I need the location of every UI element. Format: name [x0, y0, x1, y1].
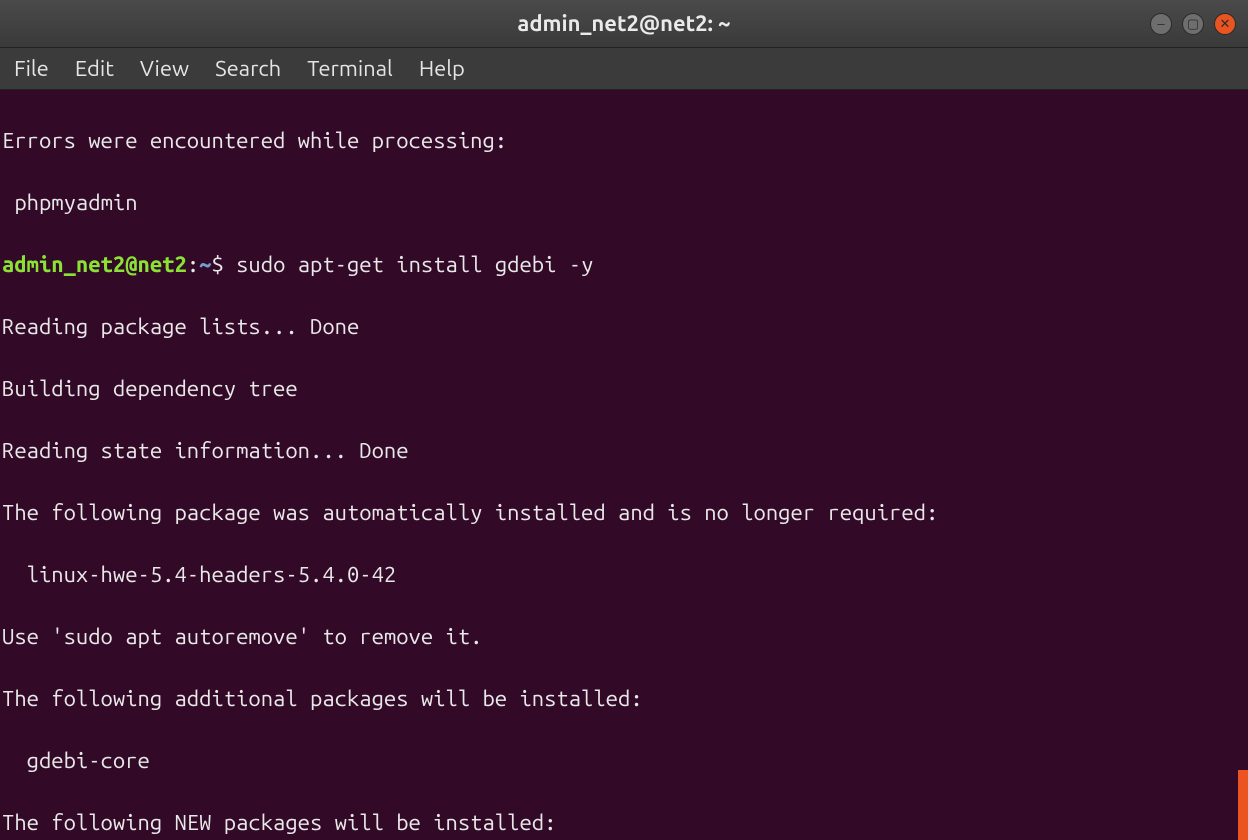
output-line: Use 'sudo apt autoremove' to remove it.	[2, 621, 1246, 652]
terminal-body[interactable]: Errors were encountered while processing…	[0, 90, 1248, 840]
scrollbar-thumb[interactable]	[1238, 770, 1248, 840]
output-line: gdebi-core	[2, 745, 1246, 776]
output-line: The following NEW packages will be insta…	[2, 807, 1246, 838]
output-line: Building dependency tree	[2, 373, 1246, 404]
output-line: phpmyadmin	[2, 187, 1246, 218]
close-icon: ✕	[1220, 16, 1231, 32]
titlebar[interactable]: admin_net2@net2: ~ – ▢ ✕	[0, 0, 1248, 48]
minimize-button[interactable]: –	[1150, 13, 1172, 35]
menu-file[interactable]: File	[10, 52, 53, 85]
menubar: File Edit View Search Terminal Help	[0, 48, 1248, 90]
prompt-line: admin_net2@net2:~$ sudo apt-get install …	[2, 249, 1246, 280]
menu-search[interactable]: Search	[211, 52, 285, 85]
terminal-window: admin_net2@net2: ~ – ▢ ✕ File Edit View …	[0, 0, 1248, 840]
menu-view[interactable]: View	[136, 52, 193, 85]
prompt-colon: :	[187, 252, 199, 277]
output-line: linux-hwe-5.4-headers-5.4.0-42	[2, 559, 1246, 590]
window-title: admin_net2@net2: ~	[517, 11, 730, 36]
window-controls: – ▢ ✕	[1150, 13, 1236, 35]
prompt-path: ~	[199, 252, 211, 277]
menu-help[interactable]: Help	[415, 52, 469, 85]
command-text: sudo apt-get install gdebi -y	[236, 252, 593, 277]
output-line: Reading state information... Done	[2, 435, 1246, 466]
menu-edit[interactable]: Edit	[71, 52, 118, 85]
minimize-icon: –	[1157, 16, 1164, 31]
maximize-button[interactable]: ▢	[1182, 13, 1204, 35]
output-line: Errors were encountered while processing…	[2, 125, 1246, 156]
output-line: Reading package lists... Done	[2, 311, 1246, 342]
menu-terminal[interactable]: Terminal	[303, 52, 397, 85]
maximize-icon: ▢	[1187, 16, 1199, 32]
prompt-user-host: admin_net2@net2	[2, 252, 187, 277]
close-button[interactable]: ✕	[1214, 13, 1236, 35]
prompt-dollar: $	[211, 252, 236, 277]
output-line: The following additional packages will b…	[2, 683, 1246, 714]
output-line: The following package was automatically …	[2, 497, 1246, 528]
